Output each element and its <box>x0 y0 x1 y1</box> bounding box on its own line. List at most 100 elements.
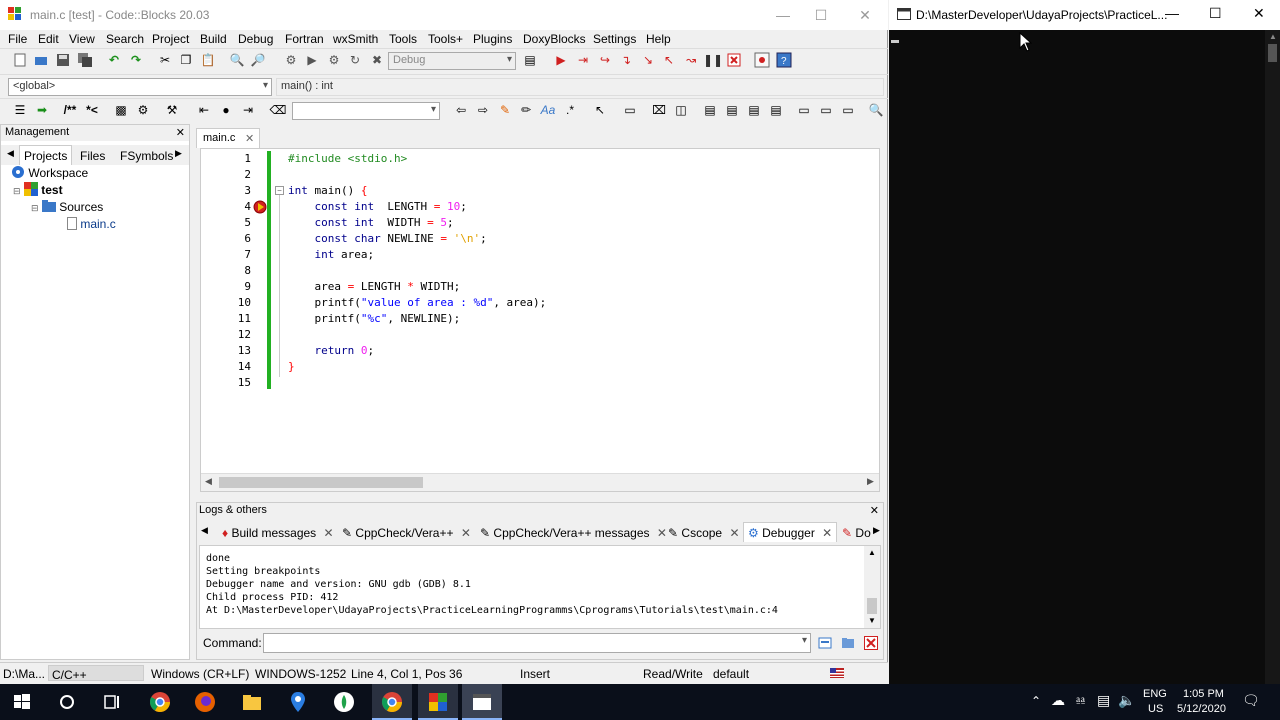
minimize-button[interactable]: — <box>1165 5 1179 21</box>
task-view-icon[interactable] <box>100 690 124 714</box>
code-editor[interactable]: − ◀ ▶ 1 #include <stdio.h> 2 3 int main() {4… <box>200 148 880 492</box>
tab-debugger[interactable]: ⚙ Debugger ✕ <box>743 522 838 542</box>
step-into-instruction-icon[interactable]: ↝ <box>683 52 699 68</box>
scroll-right-icon[interactable]: ▶ <box>867 476 874 487</box>
maps-icon[interactable] <box>286 690 310 714</box>
menu-build[interactable]: Build <box>200 32 227 46</box>
block3-icon[interactable]: ▤ <box>746 102 762 118</box>
menu-edit[interactable]: Edit <box>38 32 59 46</box>
pause-icon[interactable]: ❚❚ <box>703 52 723 68</box>
scroll-up-icon[interactable]: ▲ <box>1269 32 1277 41</box>
tab-cppcheck-messages[interactable]: ✎ CppCheck/Vera++ messages ✕ <box>475 522 672 542</box>
menu-file[interactable]: File <box>8 32 27 46</box>
doxy-icon[interactable]: *< <box>84 102 100 118</box>
collapse-icon[interactable]: ⊟ <box>13 186 21 196</box>
shape2-icon[interactable]: ▭ <box>818 102 834 118</box>
network-icon[interactable]: ▤ <box>1097 692 1110 709</box>
menu-tools[interactable]: Tools <box>389 32 417 46</box>
command-save-icon[interactable] <box>840 635 856 651</box>
save-all-icon[interactable] <box>77 52 93 68</box>
command-input[interactable]: ▾ <box>263 633 811 653</box>
search-icon[interactable] <box>55 690 79 714</box>
tree-workspace[interactable]: Workspace <box>11 165 88 181</box>
breakpoint-icon[interactable] <box>253 200 269 214</box>
block4-icon[interactable]: ▤ <box>768 102 784 118</box>
menu-debug[interactable]: Debug <box>238 32 273 46</box>
scroll-up-icon[interactable]: ▲ <box>868 548 876 557</box>
run-icon[interactable]: ▶ <box>304 52 320 68</box>
stop-debugger-icon[interactable] <box>726 52 742 68</box>
bookmark-icon[interactable]: ● <box>218 102 234 118</box>
menu-tools-plus[interactable]: Tools+ <box>428 32 463 46</box>
menu-fortran[interactable]: Fortran <box>285 32 324 46</box>
jump-icon[interactable]: ➡ <box>34 102 50 118</box>
editor-tab-main-c[interactable]: main.c ✕ <box>196 128 260 148</box>
highlight-icon[interactable]: ✎ <box>497 102 513 118</box>
notifications-icon[interactable]: 🗨 <box>1242 692 1260 709</box>
various-info-icon[interactable]: ? <box>776 52 792 68</box>
stack-icon[interactable]: ☰ <box>12 102 28 118</box>
tab-do[interactable]: ✎ Do <box>837 522 876 542</box>
match-case-icon[interactable]: Aa <box>540 102 556 118</box>
zoom-icon[interactable]: 🔍 <box>868 102 884 118</box>
maximize-button[interactable]: ☐ <box>1209 5 1222 22</box>
scope-select[interactable]: <global> ▾ <box>8 78 272 96</box>
menu-doxyblocks[interactable]: DoxyBlocks <box>523 32 586 46</box>
scroll-left-icon[interactable]: ◀ <box>205 476 212 487</box>
box-shape-icon[interactable]: ◫ <box>673 102 689 118</box>
redo-icon[interactable]: ↷ <box>128 52 144 68</box>
language-indicator[interactable]: ENG <box>1143 688 1167 700</box>
next-bookmark-icon[interactable]: ⇥ <box>240 102 256 118</box>
console-scrollbar[interactable]: ▲ <box>1265 30 1280 684</box>
clock-date[interactable]: 5/12/2020 <box>1177 703 1226 715</box>
chrome-icon[interactable] <box>148 690 172 714</box>
tab-scroll-left-icon[interactable]: ◀ <box>7 148 14 159</box>
debugger-log[interactable]: done Setting breakpoints Debugger name and… <box>199 545 881 629</box>
console-window[interactable]: D:\MasterDeveloper\UdayaProjects\Practic… <box>889 0 1280 684</box>
clock-time[interactable]: 1:05 PM <box>1183 688 1224 700</box>
tab-scroll-right-icon[interactable]: ▶ <box>175 148 182 159</box>
shape-icon[interactable]: ▭ <box>796 102 812 118</box>
close-icon[interactable]: ✕ <box>870 504 879 517</box>
close-button[interactable]: ✕ <box>850 5 880 25</box>
maximize-button[interactable]: ☐ <box>806 5 836 25</box>
chevron-up-icon[interactable]: ⌃ <box>1031 694 1041 708</box>
menu-search[interactable]: Search <box>106 32 144 46</box>
firefox-icon[interactable] <box>193 690 217 714</box>
close-icon[interactable]: ✕ <box>729 526 739 540</box>
block2-icon[interactable]: ▤ <box>724 102 740 118</box>
file-explorer-icon[interactable] <box>240 690 264 714</box>
menu-wxsmith[interactable]: wxSmith <box>333 32 378 46</box>
next-line-icon[interactable]: ↪ <box>597 52 613 68</box>
vertical-scrollbar[interactable]: ▲ ▼ <box>864 546 880 628</box>
copy-icon[interactable]: ❐ <box>178 52 194 68</box>
menu-view[interactable]: View <box>69 32 95 46</box>
shape3-icon[interactable]: ▭ <box>840 102 856 118</box>
scroll-down-icon[interactable]: ▼ <box>868 616 876 625</box>
help-doc-icon[interactable]: ⚙ <box>135 102 151 118</box>
save-icon[interactable] <box>55 52 71 68</box>
comment-icon[interactable]: /** <box>62 102 78 118</box>
close-icon[interactable]: ✕ <box>176 126 185 139</box>
tab-files[interactable]: Files <box>75 145 110 165</box>
open-folder-icon[interactable] <box>33 52 49 68</box>
taskbar-item-chrome-active[interactable] <box>372 684 412 720</box>
scrollbar-thumb[interactable] <box>219 477 423 488</box>
tab-fsymbols[interactable]: FSymbols <box>115 145 178 165</box>
command-clear-icon[interactable] <box>863 635 879 651</box>
windows-start-icon[interactable] <box>10 690 34 714</box>
close-icon[interactable]: ✕ <box>324 526 334 540</box>
menu-project[interactable]: Project <box>152 32 189 46</box>
block-icon[interactable]: ▤ <box>702 102 718 118</box>
rebuild-icon[interactable]: ↻ <box>347 52 363 68</box>
horizontal-scrollbar[interactable]: ◀ ▶ <box>201 473 879 491</box>
selected-text-icon[interactable]: ✏ <box>518 102 534 118</box>
scrollbar-thumb[interactable] <box>1268 44 1277 62</box>
tab-scroll-left-icon[interactable]: ◀ <box>201 525 208 536</box>
build-target-select[interactable]: Debug ▾ <box>388 52 516 70</box>
cut-icon[interactable]: ✂ <box>157 52 173 68</box>
cloud-icon[interactable]: ☁ <box>1051 692 1065 709</box>
menu-settings[interactable]: Settings <box>593 32 636 46</box>
taskbar-item-console[interactable] <box>462 684 502 720</box>
prev-bookmark-icon[interactable]: ⇤ <box>196 102 212 118</box>
